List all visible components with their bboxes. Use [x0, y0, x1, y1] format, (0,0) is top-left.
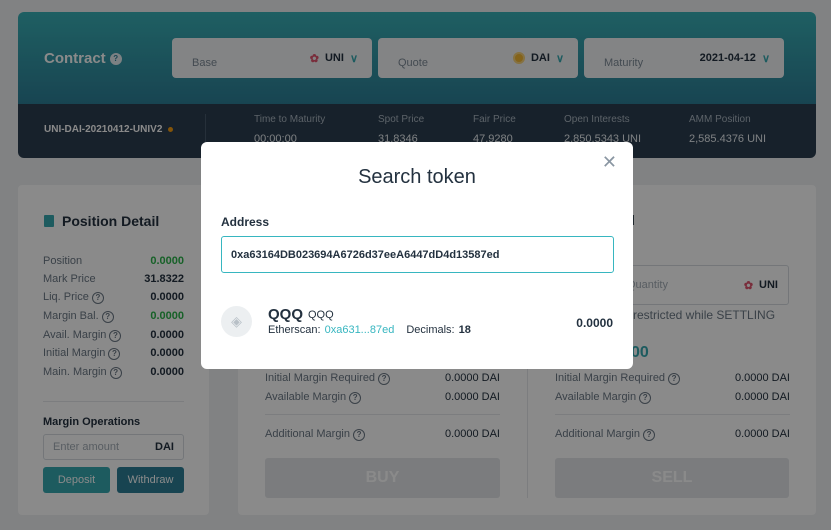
- token-decimals: 18: [458, 324, 471, 336]
- token-meta: Etherscan: 0xa631...87ed Decimals: 18: [268, 324, 471, 336]
- modal-title: Search token: [358, 166, 476, 188]
- address-label: Address: [221, 215, 270, 229]
- token-balance: 0.0000: [576, 316, 613, 330]
- address-input[interactable]: 0xa63164DB023694A6726d37eeA6447dD4d13587…: [221, 236, 614, 273]
- etherscan-link[interactable]: 0xa631...87ed: [325, 324, 395, 336]
- token-name: QQQ: [308, 309, 334, 321]
- search-token-modal: ✕ Search token Address 0xa63164DB023694A…: [201, 142, 633, 369]
- token-placeholder-icon: ◈: [221, 306, 252, 337]
- token-symbol: QQQ: [268, 306, 304, 323]
